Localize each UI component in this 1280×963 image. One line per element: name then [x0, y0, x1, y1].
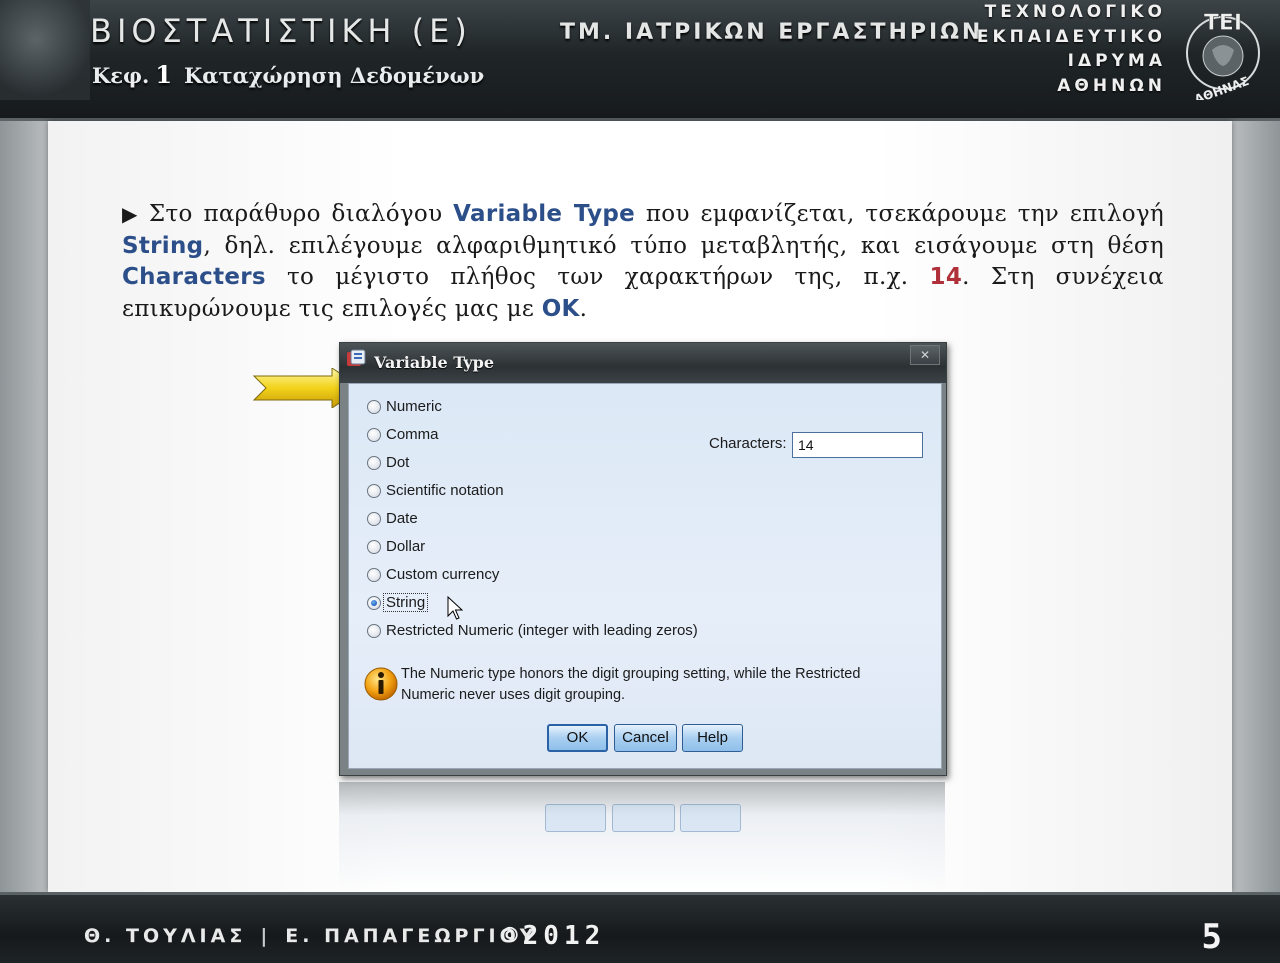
keyword-characters: Characters [122, 264, 266, 290]
institution-line: ΙΔΡΥΜΑ [1067, 51, 1166, 71]
institution-line: ΤΕΧΝΟΛΟΓΙΚΟ [984, 2, 1166, 22]
dialog-body: Numeric Comma Dot Scientific notation Da… [348, 383, 942, 769]
decorative-swirl [0, 0, 90, 100]
reflection-shape [612, 804, 675, 832]
institution-name: ΤΕΧΝΟΛΟΓΙΚΟ ΕΚΠΑΙΔΕΥΤΙΚΟ ΙΔΡΥΜΑ ΑΘΗΝΩΝ [977, 0, 1166, 98]
radio-button[interactable] [367, 512, 381, 526]
dialog-title: Variable Type [374, 353, 495, 372]
keyword-string: String [122, 232, 204, 259]
text-segment: που εμφανίζεται, τσεκάρουμε την επιλογή [635, 201, 1164, 227]
radio-button[interactable] [367, 428, 381, 442]
chapter-line: Κεφ. 1 Καταχώρηση Δεδομένων [92, 60, 484, 89]
radio-label: Date [386, 510, 418, 527]
chapter-number: 1 [155, 60, 173, 89]
panel-edge-right [1232, 121, 1280, 892]
radio-button[interactable] [367, 400, 381, 414]
panel-edge-left [0, 121, 48, 892]
chapter-title: Καταχώρηση Δεδομένων [184, 63, 485, 88]
close-button[interactable]: ✕ [910, 345, 940, 365]
characters-input[interactable]: 14 [792, 432, 923, 458]
radio-button[interactable] [367, 456, 381, 470]
mouse-cursor-icon [447, 596, 463, 620]
radio-button[interactable] [367, 484, 381, 498]
institution-line: ΑΘΗΝΩΝ [1057, 75, 1166, 96]
variable-type-dialog: Variable Type ✕ Numeric Comma Dot Scient… [339, 342, 947, 776]
slide-footer: Θ. ΤΟΥΛΙΑΣ | Ε. ΠΑΠΑΓΕΩΡΓΙΟΥ ©2012 5 [0, 892, 1280, 963]
characters-label: Characters: [709, 435, 787, 452]
reflection-shape [545, 804, 606, 832]
bullet-arrow-icon: ▶ [122, 202, 141, 226]
radio-label: Comma [386, 426, 439, 443]
text-segment: το μέγιστο πλήθος των χαρακτήρων της, π.… [265, 264, 930, 290]
radio-label: Custom currency [386, 566, 500, 583]
radio-button-selected[interactable] [367, 596, 381, 610]
slide-header: ΒΙΟΣΤΑΤΙΣΤΙΚΗ (Ε) Κεφ. 1 Καταχώρηση Δεδομέ… [0, 0, 1280, 121]
radio-label: Scientific notation [386, 482, 504, 499]
author-name: Θ. ΤΟΥΛΙΑΣ [84, 925, 247, 947]
text-segment: . [579, 295, 588, 322]
tei-logo: ΤΕΙ ΑΘΗΝΑΣ [1186, 11, 1260, 100]
author-name: Ε. ΠΑΠΑΓΕΩΡΓΙΟΥ [285, 925, 538, 947]
copyright: ©2012 [502, 921, 606, 951]
radio-button[interactable] [367, 624, 381, 638]
info-message: The Numeric type honors the digit groupi… [401, 666, 861, 703]
cancel-button[interactable]: Cancel [614, 724, 677, 752]
keyword-variable-type: Variable Type [453, 201, 636, 227]
radio-label: Dot [386, 454, 410, 471]
radio-button[interactable] [367, 540, 381, 554]
keyword-ok: OK [541, 295, 580, 322]
institution-line: ΕΚΠΑΙΔΕΥΤΙΚΟ [976, 26, 1166, 47]
dialog-titlebar[interactable]: Variable Type ✕ [340, 343, 946, 383]
spss-app-icon [347, 349, 366, 366]
page-number: 5 [1201, 917, 1222, 957]
ok-button[interactable]: OK [547, 724, 608, 752]
logo-text-bottom: ΑΘΗΝΑΣ [1192, 74, 1250, 100]
author-separator: | [260, 925, 272, 947]
reflection-shape [680, 804, 741, 832]
text-segment: Στο παράθυρο διαλόγου [148, 201, 454, 227]
logo-text-top: ΤΕΙ [1204, 11, 1242, 36]
department-name: ΤΜ. ΙΑΤΡΙΚΩΝ ΕΡΓΑΣΤΗΡΙΩΝ [560, 20, 984, 45]
radio-button[interactable] [367, 568, 381, 582]
dialog-reflection [339, 782, 945, 892]
chapter-prefix: Κεφ. [92, 63, 150, 88]
info-icon [364, 667, 398, 701]
radio-label: Restricted Numeric (integer with leading… [386, 622, 698, 639]
example-value: 14 [929, 264, 963, 290]
radio-label: Dollar [386, 538, 426, 555]
radio-label: Numeric [386, 398, 442, 415]
help-button[interactable]: Help [682, 724, 743, 752]
instruction-text: ▶ Στο παράθυρο διαλόγου Variable Type που… [122, 199, 1164, 325]
text-segment: , δηλ. επιλέγουμε αλφαριθμητικό τύπο μετ… [203, 232, 1164, 259]
authors: Θ. ΤΟΥΛΙΑΣ | Ε. ΠΑΠΑΓΕΩΡΓΙΟΥ [84, 925, 538, 947]
radio-label: String [382, 593, 429, 612]
close-icon: ✕ [919, 348, 931, 362]
course-title: ΒΙΟΣΤΑΤΙΣΤΙΚΗ (Ε) [90, 12, 472, 50]
